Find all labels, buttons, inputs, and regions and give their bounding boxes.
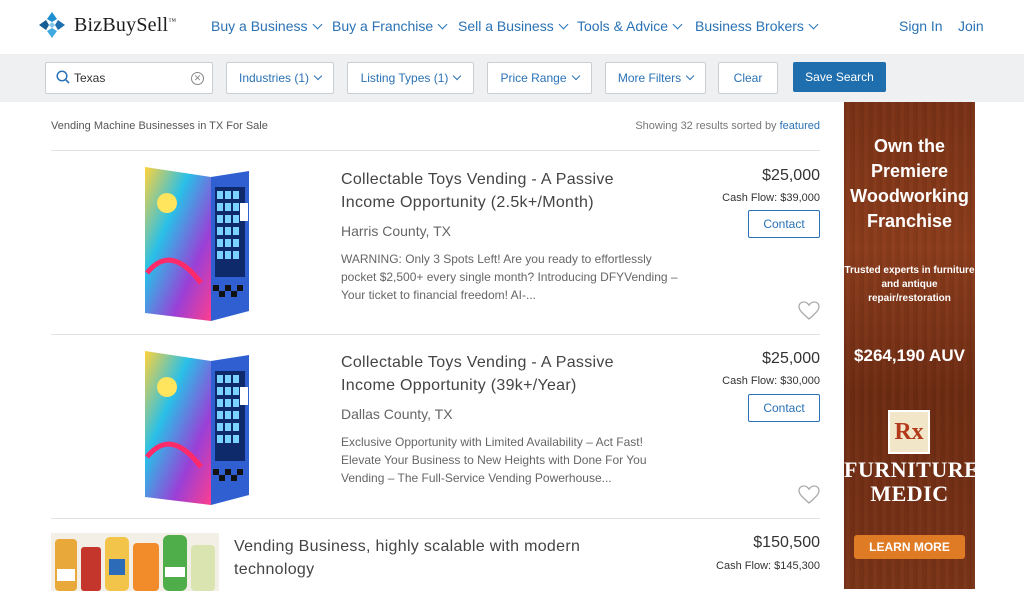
ad-headline: Own the Premiere Woodworking Franchise [850, 136, 969, 231]
nav-tools-and-advice[interactable]: Tools & Advice [577, 18, 683, 34]
chevron-down-icon [685, 71, 695, 81]
learn-more-button[interactable]: LEARN MORE [854, 535, 965, 559]
nav-sell-a-business[interactable]: Sell a Business [458, 18, 569, 34]
location-search[interactable]: ✕ [45, 62, 213, 94]
clear-search-icon[interactable]: ✕ [191, 72, 204, 85]
search-input[interactable] [74, 68, 194, 88]
chevron-down-icon [437, 19, 448, 29]
vending-machine-image[interactable] [141, 347, 251, 507]
search-icon [56, 70, 70, 84]
bizbuysell-logo[interactable]: BizBuySell™ [38, 11, 176, 39]
price-range-dropdown[interactable]: Price Range [487, 62, 592, 94]
ad-auv: $264,190 AUV [854, 346, 965, 365]
listing-item[interactable]: Vending Business, highly scalable with m… [51, 519, 820, 591]
listing-price: $150,500 [753, 534, 820, 551]
chevron-down-icon [453, 71, 462, 81]
listing-types-dropdown[interactable]: Listing Types (1) [347, 62, 474, 94]
contact-button[interactable]: Contact [748, 210, 820, 238]
listing-cash-flow: Cash Flow: $145,300 [716, 560, 820, 572]
join-link[interactable]: Join [958, 18, 984, 34]
listing-item[interactable]: Collectable Toys Vending - A Passive Inc… [51, 151, 820, 334]
sign-in-link[interactable]: Sign In [899, 18, 943, 34]
logo-text: BizBuySell™ [74, 13, 177, 36]
listing-description: Exclusive Opportunity with Limited Avail… [341, 435, 647, 485]
save-search-button[interactable]: Save Search [793, 62, 886, 92]
chevron-down-icon [558, 19, 569, 29]
vending-machine-image[interactable] [141, 163, 251, 323]
more-filters-dropdown[interactable]: More Filters [605, 62, 706, 94]
nav-buy-a-franchise[interactable]: Buy a Franchise [332, 18, 448, 34]
listing-title[interactable]: Vending Business, highly scalable with m… [234, 535, 634, 581]
chevron-down-icon [312, 19, 322, 29]
clear-button[interactable]: Clear [718, 62, 778, 94]
listing-location: Harris County, TX [341, 223, 451, 239]
nav-business-brokers[interactable]: Business Brokers [695, 18, 819, 34]
heart-icon[interactable] [798, 301, 820, 321]
chevron-down-icon [313, 71, 323, 81]
furniture-medic-logo: Rx [888, 410, 930, 454]
listing-title[interactable]: Collectable Toys Vending - A Passive Inc… [341, 168, 671, 214]
beverages-image[interactable] [51, 533, 219, 591]
results-title: Vending Machine Businesses in TX For Sal… [51, 120, 268, 132]
chevron-down-icon [808, 19, 819, 29]
top-navigation: BizBuySell™ Buy a Business Buy a Franchi… [0, 0, 1024, 54]
nav-buy-a-business[interactable]: Buy a Business [211, 18, 322, 34]
chevron-down-icon [672, 19, 683, 29]
results-meta: Showing 32 results sorted by featured [635, 120, 820, 132]
listing-item[interactable]: Collectable Toys Vending - A Passive Inc… [51, 335, 820, 518]
listing-cash-flow: Cash Flow: $39,000 [722, 192, 820, 204]
industries-dropdown[interactable]: Industries (1) [226, 62, 334, 94]
ad-brand: FURNITURE MEDIC [844, 457, 975, 506]
listing-price: $25,000 [762, 350, 820, 367]
listing-location: Dallas County, TX [341, 406, 453, 422]
furniture-medic-ad[interactable]: Own the Premiere Woodworking Franchise T… [844, 102, 975, 589]
filter-bar: ✕ Industries (1) Listing Types (1) Price… [0, 54, 1024, 102]
chevron-down-icon [571, 71, 580, 81]
listing-price: $25,000 [762, 167, 820, 184]
listing-title[interactable]: Collectable Toys Vending - A Passive Inc… [341, 351, 671, 397]
logo-mark-icon [39, 12, 65, 38]
listing-cash-flow: Cash Flow: $30,000 [722, 375, 820, 387]
ad-subtext: Trusted experts in furniture and antique… [844, 265, 975, 304]
sort-featured-link[interactable]: featured [780, 120, 820, 132]
contact-button[interactable]: Contact [748, 394, 820, 422]
listing-description: WARNING: Only 3 Spots Left! Are you read… [341, 252, 678, 302]
heart-icon[interactable] [798, 485, 820, 505]
